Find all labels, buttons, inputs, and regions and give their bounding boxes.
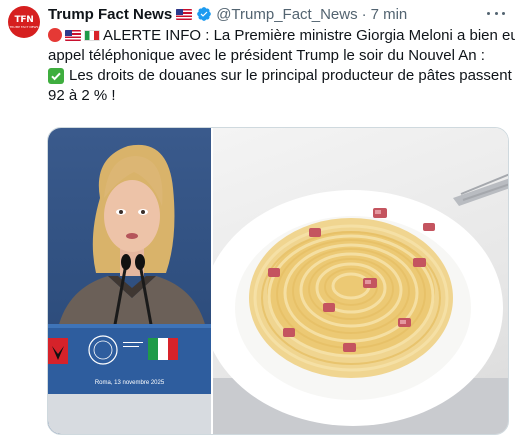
- photo-caption: Roma, 13 novembre 2025: [94, 380, 165, 386]
- text-line-4: 92 à 2 % !: [48, 87, 116, 104]
- us-flag-icon: [65, 30, 81, 41]
- text-line-3-content: Les droits de douanes sur le principal p…: [69, 67, 515, 84]
- post-time[interactable]: 7 min: [371, 6, 408, 23]
- text-line-3: Les droits de douanes sur le principal p…: [48, 66, 515, 86]
- italy-flag-icon: [84, 30, 100, 41]
- avatar[interactable]: TFN TRUMP FACT NEWS: [8, 6, 40, 38]
- separator-dot: ·: [361, 5, 367, 23]
- media-grid[interactable]: Roma, 13 novembre 2025: [47, 127, 509, 435]
- tweet-text: ALERTE INFO : La Première ministre Giorg…: [48, 26, 515, 106]
- pasta-illustration: [213, 173, 508, 434]
- display-name[interactable]: Trump Fact News: [48, 6, 172, 23]
- verified-badge-icon[interactable]: [196, 6, 212, 22]
- text-line-2: appel téléphonique avec le président Tru…: [48, 47, 485, 64]
- more-options-icon[interactable]: [487, 6, 505, 20]
- avatar-logo-subtext: TRUMP FACT NEWS: [9, 24, 39, 29]
- avatar-logo-text: TFN: [14, 14, 34, 25]
- tweet-header: Trump Fact News @Trump_Fact_News · 7 min: [48, 4, 407, 24]
- text-line-1: ALERTE INFO : La Première ministre Giorg…: [48, 26, 515, 46]
- photo-politician[interactable]: Roma, 13 novembre 2025: [48, 128, 211, 434]
- politician-illustration: [48, 144, 211, 434]
- red-circle-icon: [48, 28, 62, 42]
- user-handle[interactable]: @Trump_Fact_News: [216, 6, 357, 23]
- check-mark-icon: [48, 68, 64, 84]
- us-flag-icon: [176, 8, 193, 20]
- text-line-1-content: ALERTE INFO : La Première ministre Giorg…: [103, 27, 515, 44]
- tweet[interactable]: TFN TRUMP FACT NEWS Trump Fact News @Tru…: [0, 0, 515, 438]
- photo-pasta[interactable]: [213, 128, 508, 434]
